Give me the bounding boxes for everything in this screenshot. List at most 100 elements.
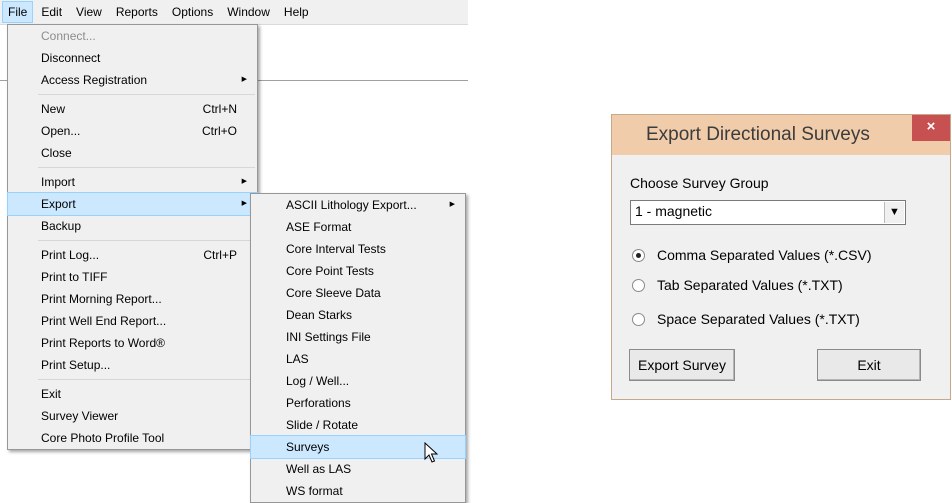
menu-help[interactable]: Help [278,1,315,23]
menu-item-label: ASE Format [286,220,352,234]
menu-item-label: LAS [286,352,309,366]
submenu-item-core-interval-tests[interactable]: Core Interval Tests [251,238,465,260]
mouse-pointer-icon [424,442,438,463]
menu-item-print-tiff[interactable]: Print to TIFF [8,266,257,288]
menu-item-new[interactable]: New Ctrl+N [8,98,257,120]
menu-item-label: Surveys [286,440,330,454]
chevron-right-icon: ▶ [241,200,247,207]
submenu-item-dean-starks[interactable]: Dean Starks [251,304,465,326]
survey-group-select[interactable]: 1 - magnetic ▼ [630,200,906,225]
menu-item-export[interactable]: Export ▶ [7,192,258,216]
radio-button[interactable] [632,278,645,292]
menu-item-label: Close [41,146,72,160]
menu-item-label: Core Point Tests [286,264,374,278]
menu-item-label: WS format [286,484,343,498]
menu-item-label: Backup [41,219,82,233]
menu-item-label: Connect... [41,29,96,43]
menu-item-import[interactable]: Import ▶ [8,171,257,193]
menu-view[interactable]: View [70,1,108,23]
menu-separator [38,240,255,241]
menu-item-label: Exit [41,387,62,401]
menu-item-print-well-end-report[interactable]: Print Well End Report... [8,310,257,332]
menu-item-label: Export [41,197,76,211]
menu-item-label: Slide / Rotate [286,418,359,432]
menu-item-label: Perforations [286,396,351,410]
dialog-title-bar[interactable]: Export Directional Surveys × [612,115,950,155]
submenu-item-perforations[interactable]: Perforations [251,392,465,414]
close-icon: × [926,118,936,135]
radio-space-label: Space Separated Values (*.TXT) [657,311,860,327]
menu-item-label: Print Reports to Word® [41,336,165,350]
chevron-down-icon[interactable]: ▼ [884,202,904,223]
survey-group-label: Choose Survey Group [630,175,769,191]
menu-item-label: Print to TIFF [41,270,108,284]
menu-item-label: Core Photo Profile Tool [41,431,165,445]
shortcut-label: Ctrl+O [201,124,237,138]
radio-tab[interactable]: Tab Separated Values (*.TXT) [632,277,843,293]
menu-item-print-reports-to-word[interactable]: Print Reports to Word® [8,332,257,354]
menu-item-core-photo-profile-tool[interactable]: Core Photo Profile Tool [8,427,257,449]
radio-tab-label: Tab Separated Values (*.TXT) [657,277,843,293]
menu-item-label: Print Setup... [41,358,111,372]
menu-item-close[interactable]: Close [8,142,257,164]
radio-button[interactable] [632,312,645,326]
menu-item-label: Open... [41,124,81,138]
menu-item-print-morning-report[interactable]: Print Morning Report... [8,288,257,310]
menu-file[interactable]: File [2,1,34,23]
shortcut-label: Ctrl+N [202,102,237,116]
submenu-item-ini-settings-file[interactable]: INI Settings File [251,326,465,348]
menu-item-access-registration[interactable]: Access Registration ▶ [8,69,257,91]
menu-item-label: Print Morning Report... [41,292,162,306]
menu-item-connect: Connect... [8,25,257,47]
menu-item-label: Disconnect [41,51,101,65]
exit-button[interactable]: Exit [817,349,921,381]
menu-item-label: New [41,102,66,116]
radio-button-selected[interactable] [632,248,645,262]
radio-csv[interactable]: Comma Separated Values (*.CSV) [632,247,872,263]
submenu-item-core-sleeve-data[interactable]: Core Sleeve Data [251,282,465,304]
shortcut-label: Ctrl+P [203,248,237,262]
submenu-item-core-point-tests[interactable]: Core Point Tests [251,260,465,282]
menu-window[interactable]: Window [221,1,276,23]
menu-item-open[interactable]: Open... Ctrl+O [8,120,257,142]
chevron-right-icon: ▶ [241,76,247,83]
close-button[interactable]: × [912,115,950,141]
submenu-item-ase-format[interactable]: ASE Format [251,216,465,238]
menu-item-label: Survey Viewer [41,409,119,423]
menu-item-disconnect[interactable]: Disconnect [8,47,257,69]
menu-item-label: Well as LAS [286,462,352,476]
menu-reports[interactable]: Reports [110,1,164,23]
menu-item-label: ASCII Lithology Export... [286,198,417,212]
submenu-item-ws-format[interactable]: WS format [251,480,465,502]
menu-item-label: Core Sleeve Data [286,286,381,300]
menu-item-backup[interactable]: Backup [8,215,257,237]
menu-item-label: Print Well End Report... [41,314,167,328]
menu-edit[interactable]: Edit [35,1,68,23]
menu-bar: File Edit View Reports Options Window He… [0,0,468,25]
chevron-right-icon: ▶ [241,178,247,185]
submenu-item-ascii-lithology-export[interactable]: ASCII Lithology Export... ▶ [251,194,465,216]
menu-separator [38,379,255,380]
export-survey-button[interactable]: Export Survey [629,349,735,381]
menu-item-label: INI Settings File [286,330,371,344]
menu-item-survey-viewer[interactable]: Survey Viewer [8,405,257,427]
submenu-item-slide-rotate[interactable]: Slide / Rotate [251,414,465,436]
submenu-item-las[interactable]: LAS [251,348,465,370]
menu-item-label: Access Registration [41,73,148,87]
menu-item-label: Core Interval Tests [286,242,386,256]
dialog-body: Choose Survey Group 1 - magnetic ▼ Comma… [612,155,950,399]
radio-space[interactable]: Space Separated Values (*.TXT) [632,311,860,327]
menu-separator [38,94,255,95]
survey-group-value: 1 - magnetic [635,203,713,219]
menu-item-label: Dean Starks [286,308,353,322]
menu-item-label: Log / Well... [286,374,350,388]
submenu-item-log-well[interactable]: Log / Well... [251,370,465,392]
radio-csv-label: Comma Separated Values (*.CSV) [657,247,872,263]
file-menu: Connect... Disconnect Access Registratio… [7,24,258,450]
menu-item-print-log[interactable]: Print Log... Ctrl+P [8,244,257,266]
menu-item-print-setup[interactable]: Print Setup... [8,354,257,376]
menu-item-exit[interactable]: Exit [8,383,257,405]
menu-options[interactable]: Options [166,1,219,23]
dialog-title: Export Directional Surveys [646,124,870,145]
menu-item-label: Print Log... [41,248,100,262]
